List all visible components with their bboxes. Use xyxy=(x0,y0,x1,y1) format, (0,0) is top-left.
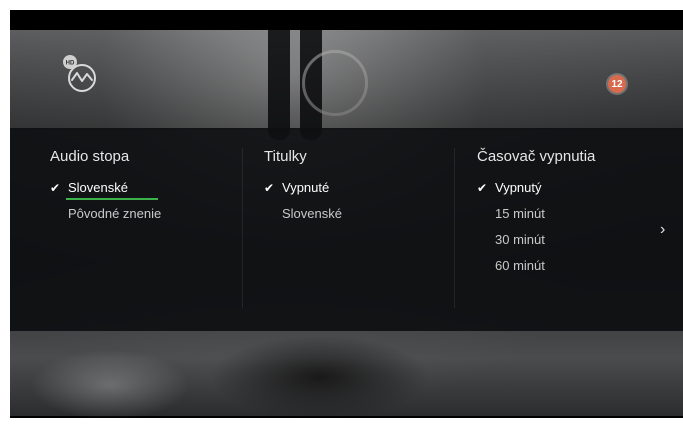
option-label: Slovenské xyxy=(68,180,128,195)
settings-panel: Audio stopa ✔ Slovenské Pôvodné znenie T… xyxy=(10,128,683,331)
option-label: 15 minút xyxy=(495,206,545,221)
column-divider xyxy=(242,148,243,308)
check-icon: ✔ xyxy=(264,181,275,195)
chevron-right-icon[interactable]: › xyxy=(660,221,665,239)
age-rating-badge: 12 xyxy=(608,75,626,93)
timer-option-30[interactable]: 30 minút xyxy=(477,227,595,253)
option-label: 60 minút xyxy=(495,258,545,273)
option-label: Vypnutý xyxy=(495,180,542,195)
audio-column: Audio stopa ✔ Slovenské Pôvodné znenie xyxy=(50,148,161,227)
timer-option-off[interactable]: ✔ Vypnutý xyxy=(477,175,595,201)
option-label: Slovenské xyxy=(282,206,342,221)
subtitles-column: Titulky ✔ Vypnuté Slovenské xyxy=(264,148,342,227)
subtitles-title: Titulky xyxy=(264,148,307,165)
check-icon: ✔ xyxy=(50,181,61,195)
video-blur xyxy=(210,335,430,418)
option-label: 30 minút xyxy=(495,232,545,247)
markiza-logo-icon: HD xyxy=(63,55,96,92)
sleep-timer-title: Časovač vypnutia xyxy=(477,148,596,165)
subtitles-option-off[interactable]: ✔ Vypnuté xyxy=(264,175,342,201)
timer-option-60[interactable]: 60 minút xyxy=(477,253,595,279)
focus-underline xyxy=(66,198,158,200)
video-frame: HD 12 Audio stopa ✔ Slovenské Pôvodné zn… xyxy=(10,10,683,418)
check-icon: ✔ xyxy=(477,181,488,195)
column-divider xyxy=(454,148,455,308)
audio-option-original[interactable]: Pôvodné znenie xyxy=(50,201,161,227)
option-label: Vypnuté xyxy=(282,180,330,195)
audio-title: Audio stopa xyxy=(50,148,130,165)
audio-option-slovenske[interactable]: ✔ Slovenské xyxy=(50,175,161,201)
sleep-timer-column: Časovač vypnutia ✔ Vypnutý 15 minút 30 m… xyxy=(477,148,595,279)
timer-option-15[interactable]: 15 minút xyxy=(477,201,595,227)
option-label: Pôvodné znenie xyxy=(68,206,162,221)
hd-badge: HD xyxy=(66,61,75,67)
video-blur xyxy=(30,350,190,418)
subtitles-option-slovenske[interactable]: Slovenské xyxy=(264,201,342,227)
top-fade xyxy=(10,30,683,130)
